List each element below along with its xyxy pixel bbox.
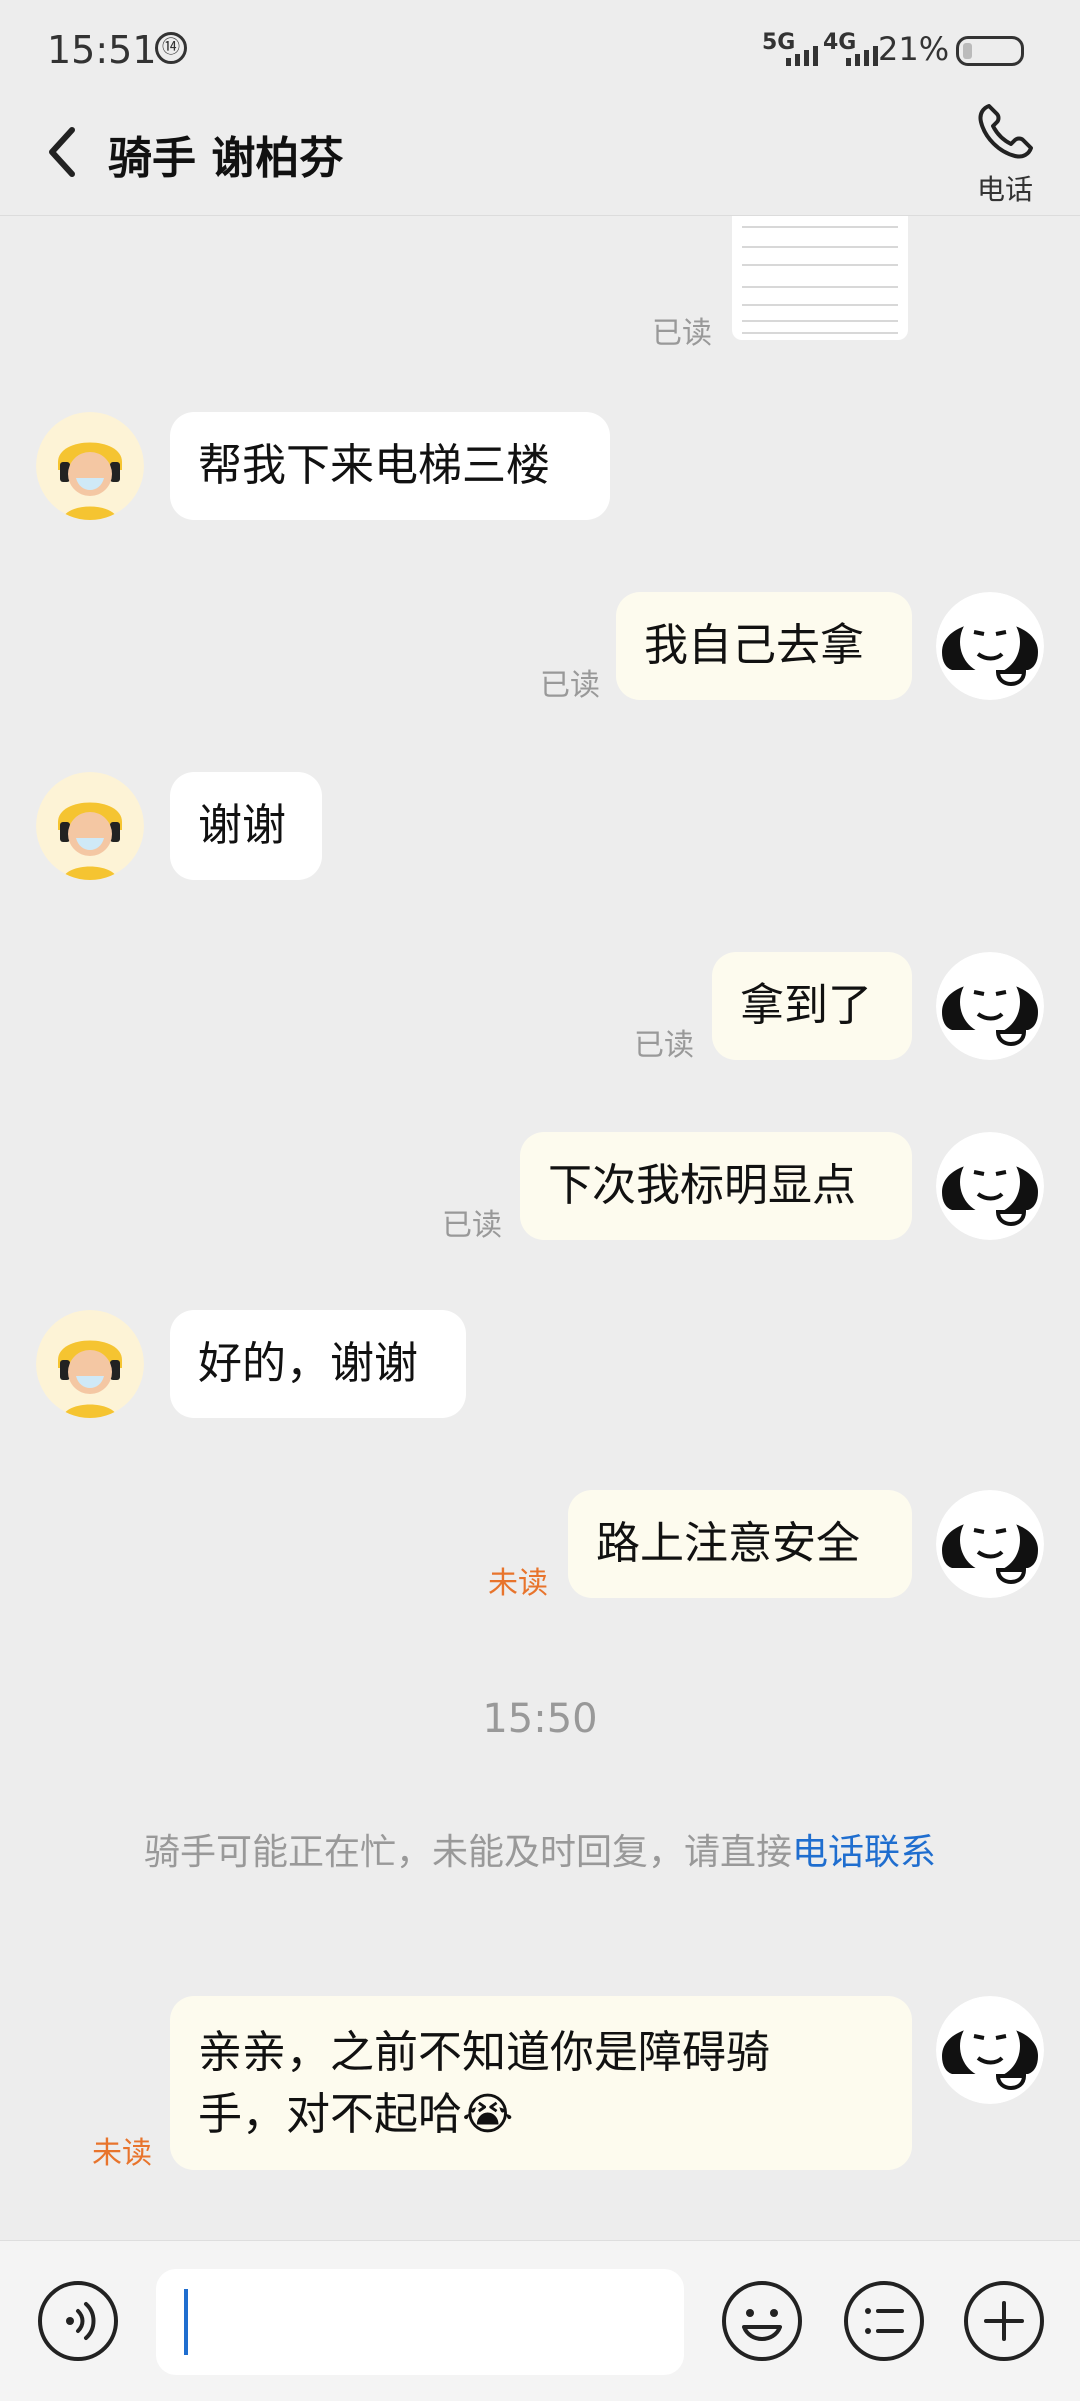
rider-avatar[interactable]	[36, 412, 144, 520]
user-avatar[interactable]	[936, 952, 1044, 1060]
system-notice-text: 骑手可能正在忙，未能及时回复，请直接	[143, 1832, 792, 1873]
image-thumbnail[interactable]	[732, 216, 908, 340]
user-avatar-image	[936, 592, 1044, 700]
rider-avatar[interactable]	[36, 772, 144, 880]
call-label: 电话	[976, 173, 1033, 206]
system-notice: 骑手可能正在忙，未能及时回复，请直接电话联系	[120, 1830, 960, 1876]
outgoing-message: 已读 拿到了	[0, 952, 1080, 1072]
chevron-left-icon	[49, 127, 75, 177]
phone-icon	[978, 104, 1033, 159]
call-link[interactable]: 电话联系	[792, 1832, 936, 1873]
message-bubble[interactable]: 我自己去拿	[616, 592, 912, 700]
outgoing-message: 已读 下次我标明显点	[0, 1132, 1080, 1252]
message-bubble[interactable]: 下次我标明显点	[520, 1132, 912, 1240]
message-bubble[interactable]: 拿到了	[712, 952, 912, 1060]
outgoing-message: 未读 亲亲，之前不知道你是障碍骑 手，对不起哈😭	[0, 1996, 1080, 2176]
message-bubble[interactable]: 路上注意安全	[568, 1490, 912, 1598]
input-bar	[0, 2240, 1080, 2401]
message-input[interactable]	[156, 2269, 684, 2375]
incoming-message: 谢谢	[0, 772, 1080, 892]
list-icon	[844, 2281, 924, 2361]
chat-header: 骑手 谢柏芬 电话	[0, 100, 1080, 216]
user-avatar[interactable]	[936, 1132, 1044, 1240]
message-bubble[interactable]: 谢谢	[170, 772, 322, 880]
message-list[interactable]: 已读 帮我下来电梯三楼 已读 我自己去拿 谢谢 已读 拿到了 已读 下次我标明显…	[0, 216, 1080, 2240]
notification-icon: ⑭	[155, 32, 187, 64]
status-time: 15:51	[47, 28, 157, 72]
rider-avatar-image	[36, 772, 144, 880]
more-button[interactable]	[962, 2279, 1046, 2363]
voice-button[interactable]	[36, 2279, 120, 2363]
message-bubble[interactable]: 帮我下来电梯三楼	[170, 412, 610, 520]
incoming-message: 帮我下来电梯三楼	[0, 412, 1080, 532]
outgoing-message: 未读 路上注意安全	[0, 1490, 1080, 1610]
rider-avatar-image	[36, 1310, 144, 1418]
plus-icon	[964, 2281, 1044, 2361]
incoming-message: 好的，谢谢	[0, 1310, 1080, 1430]
user-avatar-image	[936, 1490, 1044, 1598]
user-avatar[interactable]	[936, 592, 1044, 700]
battery-icon	[956, 36, 1024, 66]
message-line: 手，对不起哈😭	[198, 2089, 514, 2140]
quick-reply-button[interactable]	[842, 2279, 926, 2363]
signal-5g-icon	[786, 42, 818, 66]
unread-status: 未读	[488, 1566, 548, 1601]
user-avatar-image	[936, 952, 1044, 1060]
unread-status: 未读	[92, 2136, 152, 2171]
user-avatar-image	[936, 1996, 1044, 2104]
image-message[interactable]: 已读	[0, 216, 1080, 351]
voice-icon	[38, 2281, 118, 2361]
user-avatar[interactable]	[936, 1996, 1044, 2104]
message-bubble[interactable]: 亲亲，之前不知道你是障碍骑 手，对不起哈😭	[170, 1996, 912, 2170]
read-status: 已读	[652, 316, 712, 351]
page-title: 骑手 谢柏芬	[108, 133, 344, 184]
back-button[interactable]	[40, 122, 84, 182]
emoji-icon	[722, 2281, 802, 2361]
outgoing-message: 已读 我自己去拿	[0, 592, 1080, 712]
read-status: 已读	[442, 1208, 502, 1243]
emoji-button[interactable]	[720, 2279, 804, 2363]
read-status: 已读	[540, 668, 600, 703]
signal-4g-icon	[846, 42, 878, 66]
time-divider: 15:50	[482, 1696, 598, 1742]
status-bar: 15:51 ⑭ 5G 4G 21%	[0, 0, 1080, 100]
user-avatar-image	[936, 1132, 1044, 1240]
battery-percent: 21%	[878, 30, 950, 68]
user-avatar[interactable]	[936, 1490, 1044, 1598]
text-caret	[184, 2289, 188, 2355]
call-button[interactable]: 电话	[960, 100, 1050, 210]
message-bubble[interactable]: 好的，谢谢	[170, 1310, 466, 1418]
rider-avatar-image	[36, 412, 144, 520]
rider-avatar[interactable]	[36, 1310, 144, 1418]
message-line: 亲亲，之前不知道你是障碍骑	[198, 2027, 770, 2078]
read-status: 已读	[634, 1028, 694, 1063]
